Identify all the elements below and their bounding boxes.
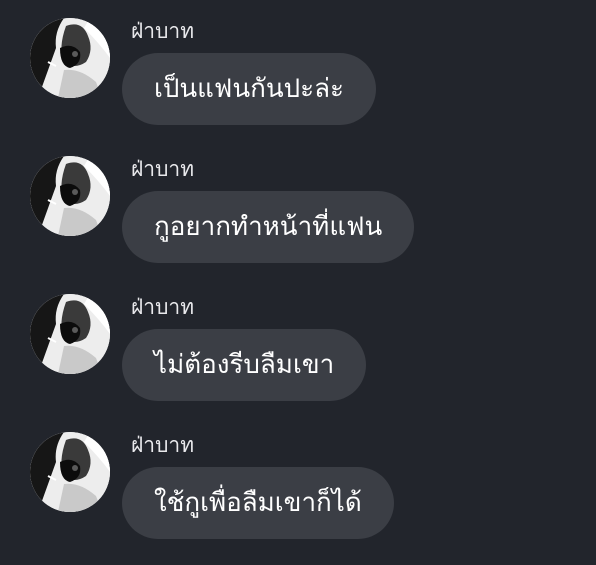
sender-name: ฝ่าบาท <box>131 295 195 319</box>
message-bubble[interactable]: กูอยากทำหน้าที่แฟน <box>122 191 415 263</box>
message-row: ฝ่าบาท กูอยากทำหน้าที่แฟน <box>0 154 596 284</box>
chat-thread: ฝ่าบาท เป็นแฟนกันปะล่ะ ฝ่าบาท กูอยากทำหน… <box>0 0 596 565</box>
message-row: ฝ่าบาท ไม่ต้องรีบลืมเขา <box>0 292 596 422</box>
message-row: ฝ่าบาท ใช้กูเพื่อลืมเขาก็ได้ <box>0 430 596 560</box>
message-bubble[interactable]: เป็นแฟนกันปะล่ะ <box>122 53 376 125</box>
user-avatar-icon[interactable] <box>30 432 110 512</box>
user-avatar-icon[interactable] <box>30 156 110 236</box>
user-avatar-icon[interactable] <box>30 294 110 374</box>
message-bubble[interactable]: ไม่ต้องรีบลืมเขา <box>122 329 367 401</box>
message-bubble[interactable]: ใช้กูเพื่อลืมเขาก็ได้ <box>122 467 394 539</box>
message-row: ฝ่าบาท เป็นแฟนกันปะล่ะ <box>0 16 596 146</box>
sender-name: ฝ่าบาท <box>131 19 195 43</box>
sender-name: ฝ่าบาท <box>131 433 195 457</box>
sender-name: ฝ่าบาท <box>131 157 195 181</box>
user-avatar-icon[interactable] <box>30 18 110 98</box>
